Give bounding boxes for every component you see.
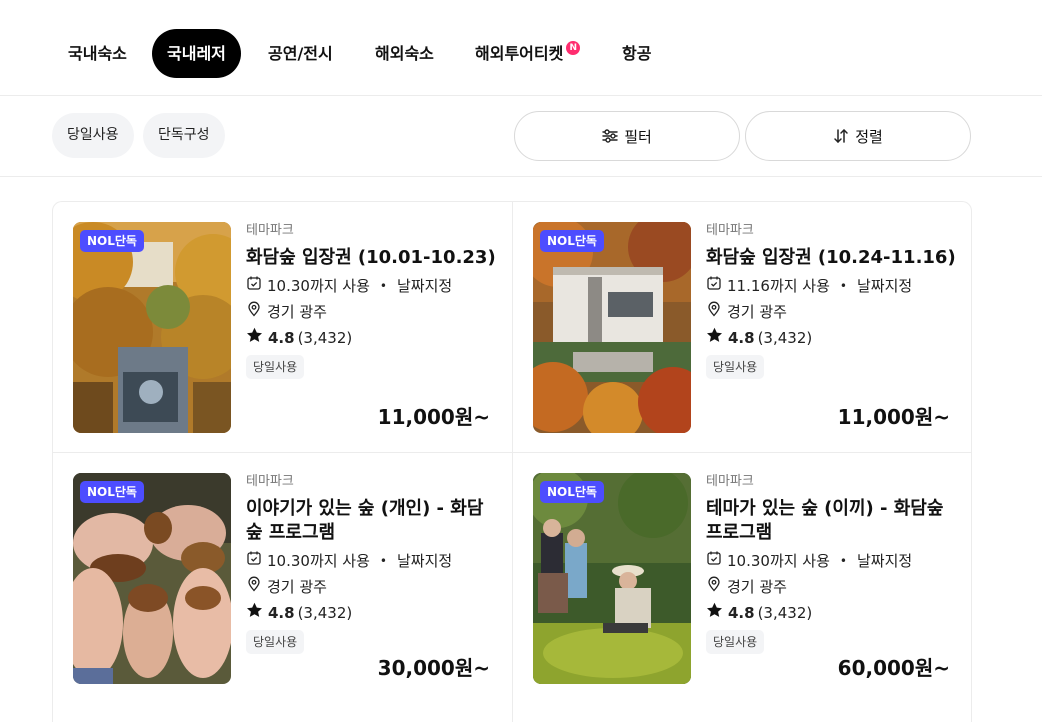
tab-domestic-stay[interactable]: 국내숙소 [68,29,127,78]
product-tag: 당일사용 [246,355,305,379]
product-location-row: 경기 광주 [246,301,496,322]
exclusive-badge: NOL단독 [80,481,144,503]
tab-overseas-tour-ticket-label: 해외투어티켓 [475,44,564,63]
product-date-option: 날짜지정 [857,276,913,295]
filter-label: 필터 [624,127,652,146]
product-validity: 10.30까지 사용 [267,551,370,570]
new-badge: N [566,41,581,55]
product-title[interactable]: 이야기가 있는 숲 (개인) - 화담숲 프로그램 [246,497,496,545]
product-rating: 4.8 [268,603,295,622]
product-price: 11,000원~ [377,405,490,429]
product-price: 30,000원~ [377,656,490,680]
chip-exclusive[interactable]: 단독구성 [143,113,225,158]
product-grid: NOL단독 테마파크 화담숲 입장권 (10.01-10.23) 10.30까지… [52,201,972,722]
product-category: 테마파크 [246,223,294,238]
separator-dot: • [839,278,847,293]
sort-label: 정렬 [855,127,883,146]
product-rating-row: 4.8 (3,432) [246,327,496,348]
exclusive-badge: NOL단독 [80,230,144,252]
product-card[interactable]: NOL단독 테마파크 테마가 있는 숲 (이끼) - 화담숲 프로그램 10.3… [513,453,972,703]
category-tabs: 국내숙소 국내레저 공연/전시 해외숙소 해외투어티켓 N 항공 [0,0,1042,96]
product-category: 테마파크 [706,223,754,238]
exclusive-badge: NOL단독 [540,230,604,252]
calendar-check-icon [246,550,267,571]
product-location-row: 경기 광주 [706,576,956,597]
star-icon [246,327,268,348]
product-validity-row: 10.30까지 사용 • 날짜지정 [246,275,496,296]
product-price: 60,000원~ [837,656,950,680]
location-pin-icon [706,576,727,597]
product-image-hands-leaves[interactable]: NOL단독 [73,473,231,684]
product-location: 경기 광주 [267,302,327,321]
product-location-row: 경기 광주 [706,301,956,322]
product-tag: 당일사용 [246,630,305,654]
product-date-option: 날짜지정 [857,551,913,570]
product-rating-row: 4.8 (3,432) [706,327,956,348]
star-icon [706,602,728,623]
product-review-count: (3,432) [757,603,813,622]
chip-same-day-use[interactable]: 당일사용 [52,113,134,158]
filter-button[interactable]: 필터 [514,111,740,161]
product-location: 경기 광주 [267,577,327,596]
calendar-check-icon [706,275,727,296]
product-validity: 10.30까지 사용 [267,276,370,295]
product-title[interactable]: 화담숲 입장권 (10.01-10.23) [246,246,496,270]
product-card[interactable]: NOL단독 테마파크 이야기가 있는 숲 (개인) - 화담숲 프로그램 10.… [53,453,512,703]
separator-dot: • [379,278,387,293]
product-review-count: (3,432) [297,603,353,622]
tab-overseas-stay[interactable]: 해외숙소 [375,29,434,78]
product-price: 11,000원~ [837,405,950,429]
product-image-museum-building[interactable]: NOL단독 [533,222,691,433]
separator-dot: • [379,553,387,568]
product-category: 테마파크 [246,474,294,489]
product-rating: 4.8 [268,328,295,347]
tab-flight[interactable]: 항공 [622,29,651,78]
product-info: 테마파크 테마가 있는 숲 (이끼) - 화담숲 프로그램 10.30까지 사용… [706,473,956,654]
product-tag: 당일사용 [706,355,765,379]
location-pin-icon [246,576,267,597]
product-review-count: (3,432) [757,328,813,347]
product-card[interactable]: NOL단독 테마파크 화담숲 입장권 (10.24-11.16) 11.16까지… [513,202,972,452]
product-tag: 당일사용 [706,630,765,654]
product-validity-row: 11.16까지 사용 • 날짜지정 [706,275,956,296]
product-image-moss-forest[interactable]: NOL단독 [533,473,691,684]
product-location: 경기 광주 [727,577,787,596]
product-review-count: (3,432) [297,328,353,347]
exclusive-badge: NOL단독 [540,481,604,503]
product-date-option: 날짜지정 [397,276,453,295]
product-info: 테마파크 화담숲 입장권 (10.01-10.23) 10.30까지 사용 • … [246,222,496,379]
calendar-check-icon [706,550,727,571]
product-category: 테마파크 [706,474,754,489]
product-title[interactable]: 화담숲 입장권 (10.24-11.16) [706,246,956,270]
product-rating-row: 4.8 (3,432) [246,602,496,623]
sort-button[interactable]: 정렬 [745,111,971,161]
product-location: 경기 광주 [727,302,787,321]
star-icon [246,602,268,623]
product-validity: 10.30까지 사용 [727,551,830,570]
product-rating-row: 4.8 (3,432) [706,602,956,623]
separator-dot: • [839,553,847,568]
product-title[interactable]: 테마가 있는 숲 (이끼) - 화담숲 프로그램 [706,497,956,545]
product-validity-row: 10.30까지 사용 • 날짜지정 [246,550,496,571]
tab-overseas-tour-ticket[interactable]: 해외투어티켓 N [475,29,581,78]
product-location-row: 경기 광주 [246,576,496,597]
sort-arrows-icon [833,128,849,144]
product-info: 테마파크 화담숲 입장권 (10.24-11.16) 11.16까지 사용 • … [706,222,956,379]
calendar-check-icon [246,275,267,296]
product-validity: 11.16까지 사용 [727,276,830,295]
filter-bar: 당일사용 단독구성 필터 정렬 [0,96,1042,177]
product-image-autumn-pond[interactable]: NOL단독 [73,222,231,433]
filter-icon [602,129,618,143]
star-icon [706,327,728,348]
tab-performance-exhibition[interactable]: 공연/전시 [268,29,333,78]
location-pin-icon [246,301,267,322]
product-info: 테마파크 이야기가 있는 숲 (개인) - 화담숲 프로그램 10.30까지 사… [246,473,496,654]
product-rating: 4.8 [728,328,755,347]
product-validity-row: 10.30까지 사용 • 날짜지정 [706,550,956,571]
product-date-option: 날짜지정 [397,551,453,570]
location-pin-icon [706,301,727,322]
tab-domestic-leisure[interactable]: 국내레저 [152,29,241,78]
product-card[interactable]: NOL단독 테마파크 화담숲 입장권 (10.01-10.23) 10.30까지… [53,202,512,452]
product-rating: 4.8 [728,603,755,622]
